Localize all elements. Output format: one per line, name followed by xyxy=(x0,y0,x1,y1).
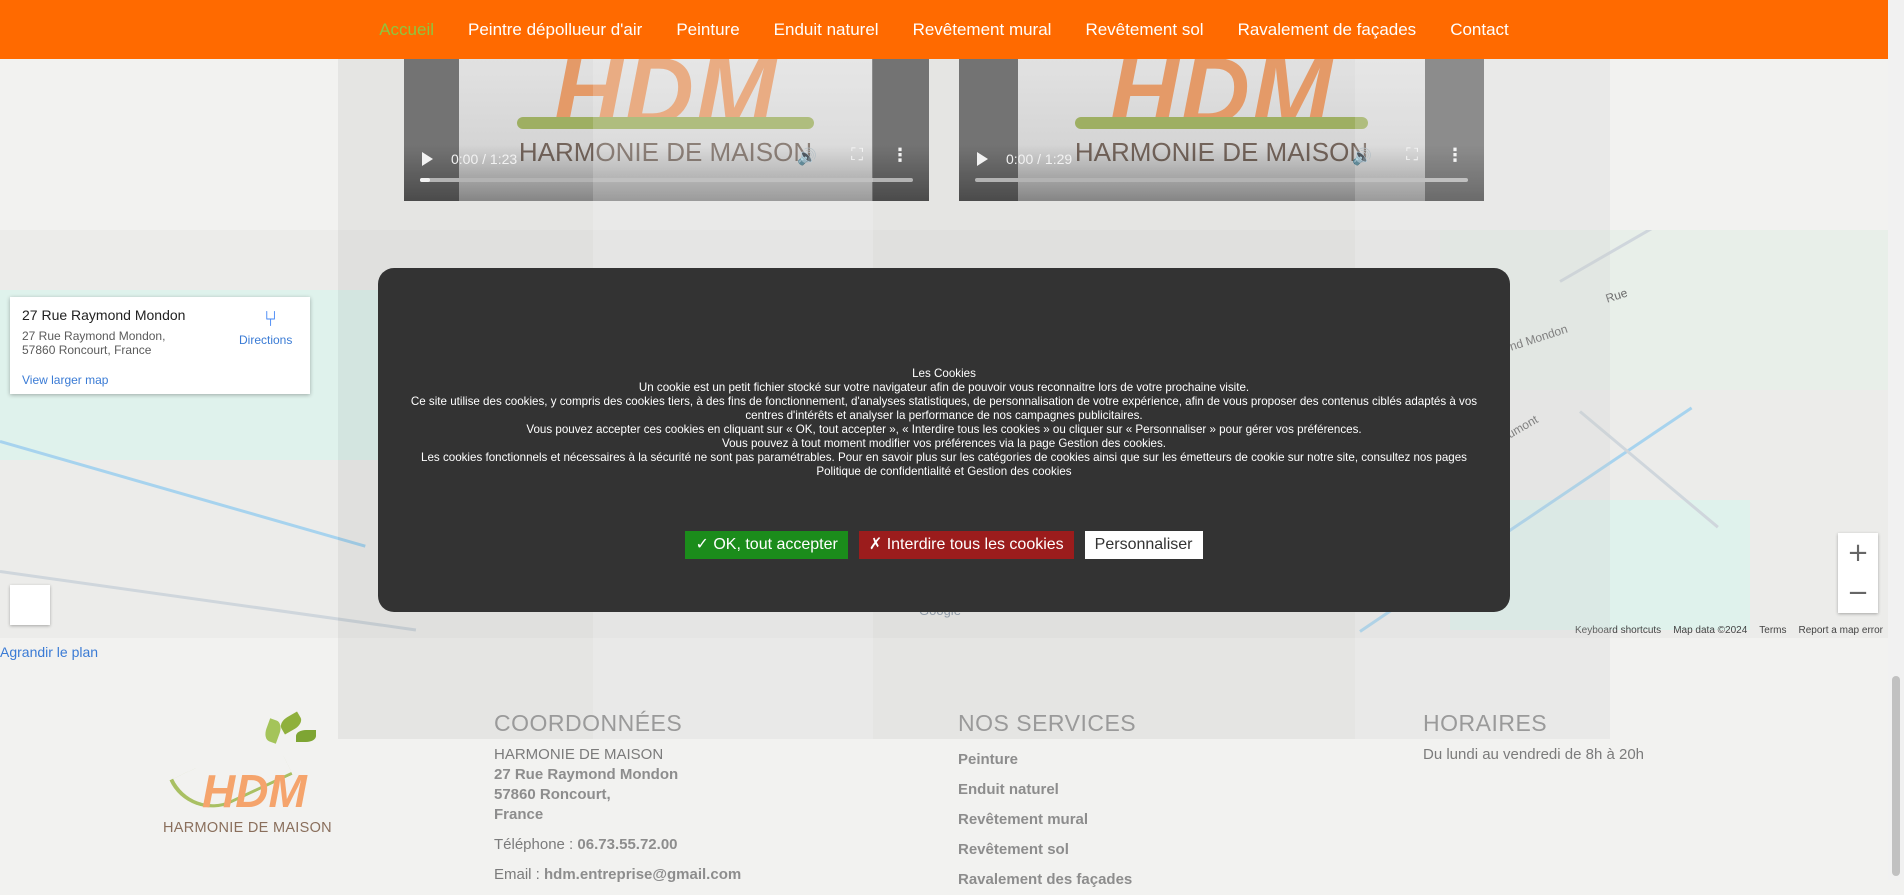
services-heading: NOS SERVICES xyxy=(958,710,1137,736)
logo-brand: HDM xyxy=(202,765,307,817)
cookie-title: Les Cookies xyxy=(912,367,976,380)
page-scrollbar[interactable] xyxy=(1888,0,1904,880)
logo-subtitle: HARMONIE DE MAISON xyxy=(163,820,332,836)
fullscreen-icon[interactable]: ⛶ xyxy=(1406,145,1418,165)
agrandir-plan-link[interactable]: Agrandir le plan xyxy=(0,644,98,660)
email-address[interactable]: hdm.entreprise@gmail.com xyxy=(544,866,741,883)
directions-icon[interactable]: ⑂ xyxy=(264,306,277,332)
nav-item-revetement-mural[interactable]: Revêtement mural xyxy=(913,20,1052,40)
cookie-text: Les Cookies Un cookie est un petit fichi… xyxy=(406,367,1482,479)
map-footer: Keyboard shortcuts Map data ©2024 Terms … xyxy=(1575,625,1883,636)
view-larger-map-link[interactable]: View larger map xyxy=(22,373,108,387)
cookie-line: Vous pouvez accepter ces cookies en cliq… xyxy=(526,423,1362,436)
address-country: France xyxy=(494,806,544,823)
map-place-card: 27 Rue Raymond Mondon 27 Rue Raymond Mon… xyxy=(10,297,310,394)
email-line: Email : hdm.entreprise@gmail.com xyxy=(494,865,741,885)
poster-stroke xyxy=(516,117,815,129)
company-name: HARMONIE DE MAISON xyxy=(494,746,664,763)
volume-icon[interactable]: 🔊 xyxy=(797,147,817,166)
service-link[interactable]: Revêtement sol xyxy=(958,835,1136,865)
poster-brand: HDM xyxy=(553,59,778,145)
cookie-line: Les cookies fonctionnels et nécessaires … xyxy=(421,451,1467,478)
address-city: 57860 Roncourt, xyxy=(494,786,611,803)
accept-all-button[interactable]: ✓ OK, tout accepter xyxy=(685,531,848,559)
nav-item-accueil[interactable]: Accueil xyxy=(379,20,434,40)
play-icon[interactable] xyxy=(422,152,433,166)
cookie-line: Ce site utilise des cookies, y compris d… xyxy=(410,395,1478,422)
service-link[interactable]: Revêtement mural xyxy=(958,805,1136,835)
phone-number[interactable]: 06.73.55.72.00 xyxy=(577,836,677,853)
volume-icon[interactable]: 🔊 xyxy=(1352,147,1372,166)
cookie-line: Un cookie est un petit fichier stocké su… xyxy=(638,381,1250,394)
fullscreen-icon[interactable]: ⛶ xyxy=(851,145,863,165)
cookie-line: Vous pouvez à tout moment modifier vos p… xyxy=(721,437,1167,450)
coordonnees-heading: COORDONNÉES xyxy=(494,710,683,736)
map-zoom-controls: + − xyxy=(1838,533,1878,613)
cookie-buttons: ✓ OK, tout accepter ✗ Interdire tous les… xyxy=(378,531,1510,559)
phone-label: Téléphone : xyxy=(494,836,574,853)
keyboard-shortcuts-link[interactable]: Keyboard shortcuts xyxy=(1575,625,1661,636)
footer-horaires: HORAIRES Du lundi au vendredi de 8h à 20… xyxy=(1423,710,1644,765)
place-address: 27 Rue Raymond Mondon, 57860 Roncourt, F… xyxy=(22,329,166,357)
video-progress[interactable] xyxy=(975,178,1468,182)
terms-link[interactable]: Terms xyxy=(1759,625,1786,636)
nav-item-enduit-naturel[interactable]: Enduit naturel xyxy=(774,20,879,40)
footer-coordonnees: COORDONNÉES HARMONIE DE MAISON 27 Rue Ra… xyxy=(494,710,741,885)
map-data-text: Map data ©2024 xyxy=(1673,625,1748,636)
zoom-out-button[interactable]: − xyxy=(1838,573,1878,613)
poster-brand: HDM xyxy=(1109,59,1334,145)
scrollbar-thumb[interactable] xyxy=(1892,676,1900,876)
nav-item-ravalement[interactable]: Ravalement de façades xyxy=(1238,20,1417,40)
service-link[interactable]: Ravalement des façades xyxy=(958,865,1136,895)
nav-item-peinture[interactable]: Peinture xyxy=(676,20,739,40)
footer-logo: HDM HARMONIE DE MAISON xyxy=(162,711,340,840)
leaf-icon xyxy=(296,730,316,742)
directions-link[interactable]: Directions xyxy=(239,333,292,347)
top-navigation: Accueil Peintre dépollueur d'air Peintur… xyxy=(0,0,1888,59)
play-icon[interactable] xyxy=(977,152,988,166)
report-map-error-link[interactable]: Report a map error xyxy=(1799,625,1883,636)
zoom-in-button[interactable]: + xyxy=(1838,533,1878,573)
customize-button[interactable]: Personnaliser xyxy=(1084,531,1203,559)
horaires-heading: HORAIRES xyxy=(1423,710,1548,736)
horaires-text: Du lundi au vendredi de 8h à 20h xyxy=(1423,746,1645,763)
more-options-icon[interactable]: ⋮ xyxy=(891,145,909,166)
video-time: 0:00 / 1:23 xyxy=(451,151,518,167)
nav-item-contact[interactable]: Contact xyxy=(1450,20,1509,40)
deny-all-button[interactable]: ✗ Interdire tous les cookies xyxy=(858,531,1074,559)
footer-services: NOS SERVICES Peinture Enduit naturel Rev… xyxy=(958,710,1136,895)
cookie-consent-dialog: Les Cookies Un cookie est un petit fichi… xyxy=(378,268,1510,612)
service-link[interactable]: Enduit naturel xyxy=(958,775,1136,805)
more-options-icon[interactable]: ⋮ xyxy=(1446,145,1464,166)
email-label: Email : xyxy=(494,866,540,883)
phone-line: Téléphone : 06.73.55.72.00 xyxy=(494,835,741,855)
map-type-toggle[interactable] xyxy=(10,585,50,625)
map-road xyxy=(0,570,417,632)
poster-stroke xyxy=(1074,117,1368,129)
nav-item-peintre-depollueur[interactable]: Peintre dépollueur d'air xyxy=(468,20,642,40)
video-player-1[interactable]: HDM HARMONIE DE MAISON 0:00 / 1:23 🔊 ⛶ ⋮ xyxy=(404,59,929,201)
place-title: 27 Rue Raymond Mondon xyxy=(22,307,186,323)
service-link[interactable]: Peinture xyxy=(958,745,1136,775)
video-time: 0:00 / 1:29 xyxy=(1006,151,1073,167)
video-player-2[interactable]: HDM HARMONIE DE MAISON 0:00 / 1:29 🔊 ⛶ ⋮ xyxy=(959,59,1484,201)
video-progress[interactable] xyxy=(420,178,913,182)
nav-item-revetement-sol[interactable]: Revêtement sol xyxy=(1085,20,1203,40)
address-street: 27 Rue Raymond Mondon xyxy=(494,766,679,783)
